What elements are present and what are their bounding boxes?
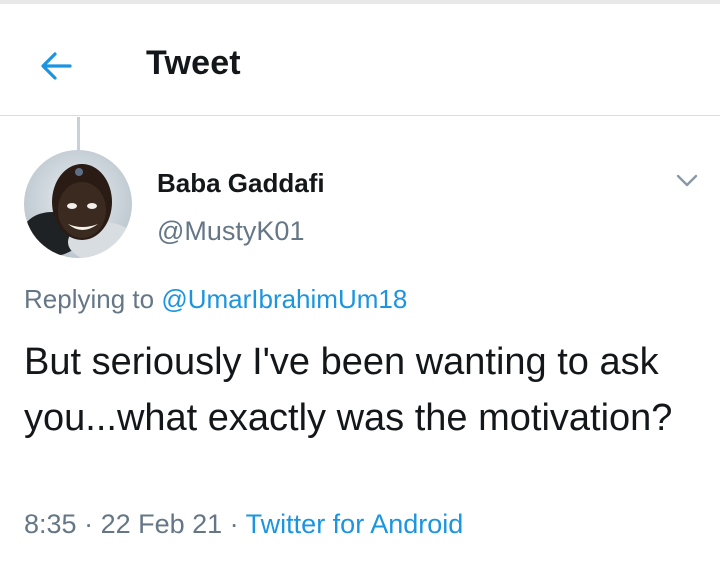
tweet-text: But seriously I've been wanting to ask y… bbox=[24, 341, 673, 439]
meta-separator: · bbox=[222, 509, 246, 539]
header-bar: Tweet bbox=[0, 4, 720, 116]
tweet-date[interactable]: 22 Feb 21 bbox=[101, 509, 223, 539]
author-display-name[interactable]: Baba Gaddafi bbox=[157, 168, 325, 199]
avatar[interactable] bbox=[24, 150, 132, 258]
author-handle[interactable]: @MustyK01 bbox=[157, 216, 304, 247]
tweet-time[interactable]: 8:35 bbox=[24, 509, 77, 539]
replying-prefix: Replying to bbox=[24, 284, 162, 314]
arrow-left-icon bbox=[41, 52, 72, 80]
replying-to: Replying to @UmarIbrahimUm18 bbox=[24, 284, 407, 315]
reply-mention-link[interactable]: @UmarIbrahimUm18 bbox=[161, 284, 407, 314]
thread-connector-line bbox=[77, 117, 80, 151]
page-title: Tweet bbox=[146, 44, 241, 82]
back-button[interactable] bbox=[36, 48, 76, 84]
profile-photo bbox=[24, 150, 132, 258]
tweet-meta: 8:35 · 22 Feb 21 · Twitter for Android bbox=[24, 509, 463, 540]
tweet-source-link[interactable]: Twitter for Android bbox=[246, 509, 464, 539]
meta-separator: · bbox=[76, 509, 101, 539]
chevron-down-icon bbox=[676, 174, 698, 187]
tweet-menu-button[interactable] bbox=[672, 166, 702, 196]
